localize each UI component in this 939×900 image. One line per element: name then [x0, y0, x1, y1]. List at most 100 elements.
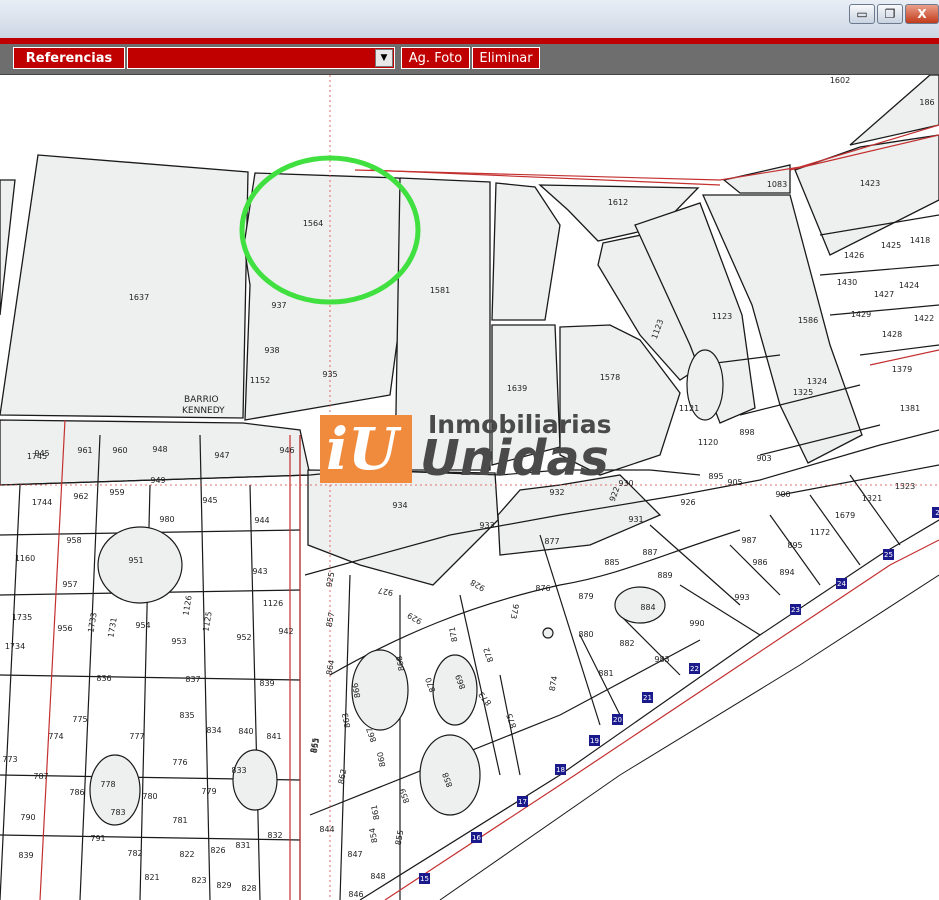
- parcel-label: 186: [919, 98, 934, 107]
- parcel-label: 826: [210, 846, 225, 855]
- parcel-label: 831: [235, 841, 250, 850]
- parcel-label: 848: [370, 872, 385, 881]
- parcel-label: 776: [172, 758, 187, 767]
- parcel-label: 958: [66, 536, 81, 545]
- coast-marker[interactable]: 18: [555, 764, 566, 775]
- parcel-label: 832: [267, 831, 282, 840]
- window-titlebar: ▭ ❐ X: [0, 0, 939, 39]
- parcel-label: 944: [254, 516, 269, 525]
- parcel-label: 881: [598, 669, 613, 678]
- parcel-label: 1424: [899, 281, 919, 290]
- parcel-label: 1426: [844, 251, 864, 260]
- parcel-label: 779: [201, 787, 216, 796]
- parcel-label: 836: [96, 674, 111, 683]
- parcel-label: 783: [110, 808, 125, 817]
- parcel-label: 1734: [5, 642, 25, 651]
- parcel-label: 1744: [32, 498, 52, 507]
- parcel-label: 932: [549, 488, 564, 497]
- parcel-label: 774: [48, 732, 63, 741]
- coast-marker[interactable]: 17: [517, 796, 528, 807]
- minimize-icon[interactable]: ▭: [849, 4, 875, 24]
- parcel-label: 876: [535, 584, 550, 593]
- parcel-label: 839: [259, 679, 274, 688]
- coast-marker[interactable]: 20: [612, 714, 623, 725]
- parcel-label: 947: [214, 451, 229, 460]
- parcel-label: 962: [73, 492, 88, 501]
- chevron-down-icon[interactable]: ▼: [375, 49, 393, 67]
- coast-marker[interactable]: 21: [642, 692, 653, 703]
- parcel-label: 822: [179, 850, 194, 859]
- parcel-label: 778: [100, 780, 115, 789]
- parcel-label: 1423: [860, 179, 880, 188]
- delete-button[interactable]: Eliminar: [472, 47, 540, 69]
- parcel-label: 841: [266, 732, 281, 741]
- parcel-label: 1679: [835, 511, 855, 520]
- map-canvas[interactable]: 1602 186 1083 1423 1612 1564 1637 1581 937 938 935…: [0, 75, 939, 900]
- coast-marker[interactable]: 23: [790, 604, 801, 615]
- parcel-label: 1745: [27, 452, 47, 461]
- parcel-label: 782: [127, 849, 142, 858]
- cadastral-map[interactable]: 1602 186 1083 1423 1612 1564 1637 1581 937 938 935…: [0, 75, 939, 900]
- parcel-label: 933: [479, 521, 494, 530]
- parcel-label: 946: [279, 446, 294, 455]
- parcel-label: 945: [202, 496, 217, 505]
- parcel-label: 959: [109, 488, 124, 497]
- parcel-label: 840: [238, 727, 253, 736]
- parcel-label: 880: [578, 630, 593, 639]
- logo-line2: Unidas: [420, 430, 609, 487]
- close-icon[interactable]: X: [905, 4, 939, 24]
- parcel-label: 1325: [793, 388, 813, 397]
- references-button[interactable]: Referencias: [13, 47, 125, 69]
- parcel-label: 1735: [12, 613, 32, 622]
- parcel-label: 1429: [851, 310, 871, 319]
- parcel-label: 1425: [881, 241, 901, 250]
- parcel-label: 885: [604, 558, 619, 567]
- coast-marker[interactable]: 19: [589, 735, 600, 746]
- parcel-label: 887: [642, 548, 657, 557]
- parcel-label: 895: [708, 472, 723, 481]
- coast-marker[interactable]: 2: [932, 507, 939, 518]
- parcel-label: 889: [657, 571, 672, 580]
- parcel-label: 786: [69, 788, 84, 797]
- parcel-label: 1427: [874, 290, 894, 299]
- parcel-label: 949: [150, 476, 165, 485]
- parcel-label: 960: [112, 446, 127, 455]
- barrio-label-1: BARRIO: [184, 395, 219, 405]
- map-toolbar: Referencias ▼ Ag. Foto Eliminar: [0, 44, 939, 75]
- parcel-label: 980: [159, 515, 174, 524]
- restore-icon[interactable]: ❐: [877, 4, 903, 24]
- parcel-label: 1430: [837, 278, 857, 287]
- barrio-label-2: KENNEDY: [182, 406, 225, 416]
- parcel-label: 1586: [798, 316, 818, 325]
- coast-marker[interactable]: 16: [471, 832, 482, 843]
- coast-marker[interactable]: 15: [419, 873, 430, 884]
- parcel-label: 1639: [507, 384, 527, 393]
- parcel-label: 986: [752, 558, 767, 567]
- parcel-label: 987: [741, 536, 756, 545]
- reference-select[interactable]: ▼: [127, 47, 395, 69]
- parcel-label: 833: [231, 766, 246, 775]
- parcel-label: 835: [179, 711, 194, 720]
- parcel-label: 942: [278, 627, 293, 636]
- parcel-label: 882: [619, 639, 634, 648]
- parcel-label: 877: [544, 537, 559, 546]
- coast-marker[interactable]: 25: [883, 549, 894, 560]
- parcel-label: 948: [152, 445, 167, 454]
- parcel-label: 846: [348, 890, 363, 899]
- parcel-label: 1602: [830, 76, 850, 85]
- add-photo-button[interactable]: Ag. Foto: [401, 47, 470, 69]
- parcel-label: 934: [392, 501, 407, 510]
- parcel-label: 895: [787, 541, 802, 550]
- parcel-label: 1120: [698, 438, 718, 447]
- parcel-label: 773: [2, 755, 17, 764]
- parcel-label: 839: [18, 851, 33, 860]
- parcel-label: 1172: [810, 528, 830, 537]
- parcel-label: 1637: [129, 293, 149, 302]
- coast-marker[interactable]: 24: [836, 578, 847, 589]
- parcel-label: 961: [77, 446, 92, 455]
- parcel-label: 1379: [892, 365, 912, 374]
- parcel-label: 834: [206, 726, 221, 735]
- coast-marker[interactable]: 22: [689, 663, 700, 674]
- parcel-label: 1121: [679, 404, 699, 413]
- parcel-label: 938: [264, 346, 279, 355]
